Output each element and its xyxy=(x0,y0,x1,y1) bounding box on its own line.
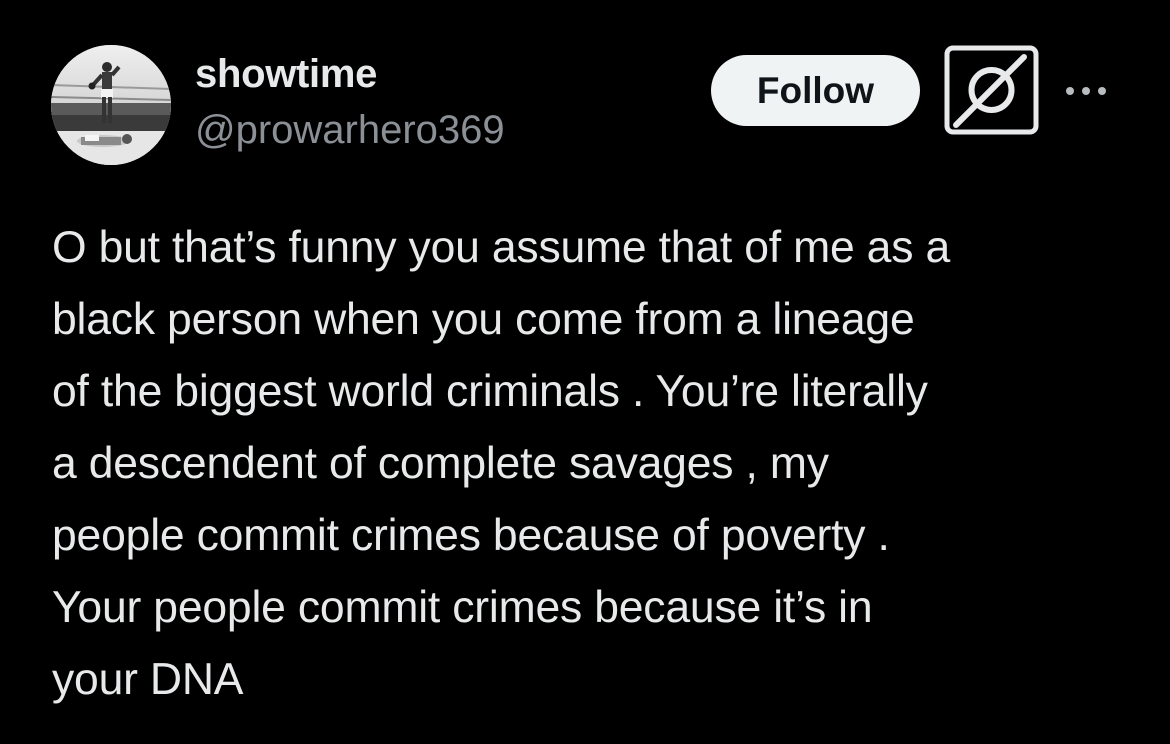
post-text: O but that’s funny you assume that of me… xyxy=(52,223,950,704)
avatar[interactable] xyxy=(51,45,171,165)
post: showtime @prowarhero369 Follow O but tha… xyxy=(0,0,1170,744)
boxing-photo-avatar-icon xyxy=(51,45,171,165)
grok-icon xyxy=(944,45,1039,135)
more-dots-icon xyxy=(1066,87,1106,95)
follow-button[interactable]: Follow xyxy=(711,55,920,126)
more-options-button[interactable] xyxy=(1058,76,1118,106)
author-identity[interactable]: showtime @prowarhero369 xyxy=(195,50,505,154)
display-name[interactable]: showtime xyxy=(195,50,505,98)
grok-button[interactable] xyxy=(944,45,1039,135)
user-handle[interactable]: @prowarhero369 xyxy=(195,106,505,154)
